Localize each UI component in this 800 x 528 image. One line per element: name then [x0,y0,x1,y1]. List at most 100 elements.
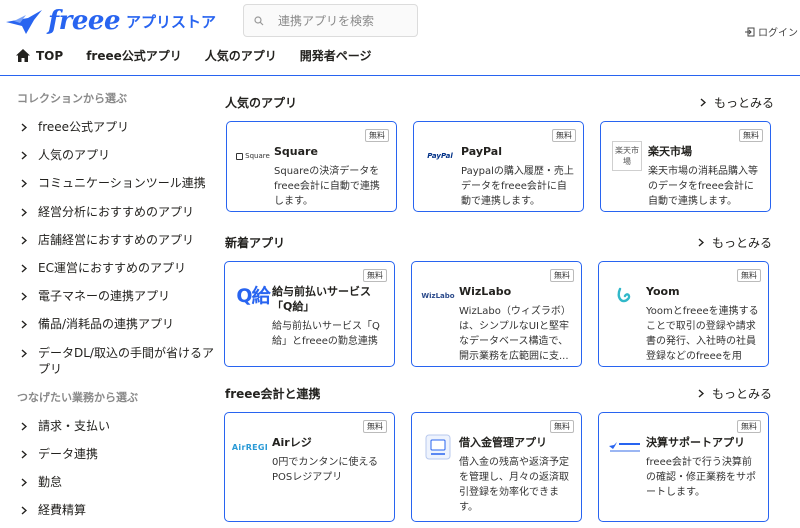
chevron-right-icon [698,238,704,247]
app-card-description: Squareの決済データをfreee会計に自動で連携します。 [274,166,380,207]
app-card-description: Paypalの購入履歴・売上データをfreee会計に自動で連携します。 [461,166,574,207]
app-card-description: WizLabo（ウィズラボ）は、シンプルなUIと堅牢なデータベース構造で、開示業… [459,306,571,362]
section-title-popular: 人気のアプリ [225,96,298,110]
app-card-title: 借入金管理アプリ [459,436,547,449]
free-badge: 無料 [550,420,574,433]
sidebar: コレクションから選ぶ freee公式アプリ 人気のアプリ コミュニケーションツー… [0,85,220,524]
chevron-right-icon [21,320,27,329]
more-link-new[interactable]: もっとみる [698,234,772,251]
logo-text: WizLabo [421,292,455,300]
free-badge: 無料 [739,129,763,142]
rakuten-logo: 楽天市場 [609,138,645,174]
app-card-description: 0円でカンタンに使えるPOSレジアプリ [272,457,379,483]
sidebar-item-popular-apps[interactable]: 人気のアプリ [0,141,220,169]
free-badge: 無料 [365,129,389,142]
sidebar-heading-collections: コレクションから選ぶ [17,92,127,105]
nav-popular-apps[interactable]: 人気のアプリ [205,47,277,64]
logo-text: 楽天市場 [612,141,642,171]
more-link-label: もっとみる [712,387,773,401]
logo-text: Q給 [236,284,270,307]
app-card-title: Square [274,145,318,158]
nav-top[interactable]: TOP [16,49,63,63]
free-badge: 無料 [363,269,387,282]
sidebar-item-data-linkage[interactable]: データ連携 [0,440,220,468]
search-box[interactable] [243,4,418,37]
sidebar-item-expenses[interactable]: 経費精算 [0,496,220,524]
logo-text: PayPal [427,152,453,160]
sidebar-item-official-apps[interactable]: freee公式アプリ [0,113,220,141]
search-icon [254,15,264,25]
q-kyu-logo: Q給 [233,276,273,312]
app-card-q-kyu[interactable]: 無料 Q給 給与前払いサービス「Q給」 給与前払いサービス「Q給」とfreeeの… [224,261,395,367]
sidebar-item-e-money[interactable]: 電子マネーの連携アプリ [0,282,220,310]
freee-logo[interactable]: freee アプリストア [4,4,216,38]
app-card-description: Yoomとfreeeを連携することで取引の登録や請求書の発行、入社時の社員登録な… [646,306,759,362]
nav-developer-page[interactable]: 開発者ページ [300,47,372,64]
app-card-rakuten[interactable]: 無料 楽天市場 楽天市場 楽天市場の消耗品購入等のデータをfreee会計に自動で… [600,121,771,212]
chevron-right-icon [21,421,27,431]
app-card-wizlabo[interactable]: 無料 WizLabo WizLabo WizLabo（ウィズラボ）は、シンプルな… [411,261,582,367]
sidebar-item-label: 経費精算 [38,503,87,518]
app-card-paypal[interactable]: 無料 PayPal PayPal Paypalの購入履歴・売上データをfreee… [413,121,584,212]
sidebar-item-supplies[interactable]: 備品/消耗品の連携アプリ [0,310,220,338]
section-title-new: 新着アプリ [225,236,286,250]
sidebar-item-business-analysis[interactable]: 経営分析におすすめのアプリ [0,198,220,226]
more-link-accounting[interactable]: もっとみる [698,385,772,402]
app-card-description: freee会計で行う決算前の確認・修正業務をサポートします。 [646,457,756,498]
app-card-title: 決算サポートアプリ [646,436,745,449]
site-header: freee アプリストア ログイン TOP freee公式アプリ 人気のアプリ [0,0,800,76]
home-icon [16,49,30,62]
chevron-right-icon [21,348,27,358]
login-link[interactable]: ログイン [745,24,798,39]
nav-developer-page-label: 開発者ページ [299,49,372,63]
sidebar-item-store-management[interactable]: 店舗経営におすすめのアプリ [0,226,220,254]
more-link-label: もっとみる [712,236,773,250]
free-badge: 無料 [737,269,761,282]
app-card-description: 借入金の残高や返済予定を管理し、月々の返済取引登録を効率化できます。 [459,457,569,513]
sidebar-item-billing[interactable]: 請求・支払い [0,412,220,440]
sidebar-item-label: freee公式アプリ [38,120,130,135]
app-card-title: 給与前払いサービス「Q給」 [272,285,371,313]
nav-official-apps[interactable]: freee公式アプリ [86,47,182,64]
sidebar-item-ec-operation[interactable]: EC運営におすすめのアプリ [0,254,220,282]
sidebar-item-label: 備品/消耗品の連携アプリ [38,317,175,332]
chevron-right-icon [21,506,27,515]
chevron-right-icon [21,292,27,301]
chevron-right-icon [21,151,27,160]
chevron-right-icon [21,123,27,132]
section-title-accounting: freee会計と連携 [225,387,321,401]
sidebar-item-attendance[interactable]: 勤怠 [0,468,220,496]
app-card-title: PayPal [461,145,502,158]
nav-official-apps-label: freee公式アプリ [86,49,182,63]
app-card-description: 楽天市場の消耗品購入等のデータをfreee会計に自動で連携します。 [648,166,758,207]
more-link-label: もっとみる [714,96,775,110]
sidebar-item-data-download[interactable]: データDL/取込の手間が省けるアプリ [0,339,215,383]
login-label: ログイン [758,28,798,39]
sidebar-item-label: 人気のアプリ [38,148,111,163]
free-badge: 無料 [552,129,576,142]
app-card-square[interactable]: 無料 Square Square Squareの決済データをfreee会計に自動… [226,121,397,212]
app-card-title: Yoom [646,285,680,298]
sidebar-item-label: コミュニケーションツール連携 [38,176,206,191]
app-card-airregi[interactable]: 無料 AirREGI Airレジ 0円でカンタンに使えるPOSレジアプリ [224,412,395,522]
app-card-description: 給与前払いサービス「Q給」とfreeeの勤怠連携 [272,321,380,347]
chevron-right-icon [21,208,27,217]
logo-text: AirREGI [231,442,269,452]
login-icon [745,27,755,36]
sidebar-heading-tasks: つなげたい業務から選ぶ [17,390,138,404]
airregi-logo: AirREGI [230,429,270,465]
chevron-right-icon [21,478,27,487]
sidebar-item-communication-tools[interactable]: コミュニケーションツール連携 [0,169,220,197]
app-card-title: WizLabo [459,285,512,298]
chevron-right-icon [700,98,706,107]
more-link-popular[interactable]: もっとみる [700,94,774,111]
app-card-loan-management[interactable]: 無料 借入金管理アプリ 借入金の残高や返済予定を管理し、月々の返済取引登録を効率… [411,412,582,522]
search-input[interactable] [278,13,408,28]
sidebar-item-label: 電子マネーの連携アプリ [38,289,171,304]
app-card-yoom[interactable]: 無料 Yoom Yoomとfreeeを連携することで取引の登録や請求書の発行、入… [598,261,769,367]
chevron-right-icon [21,264,27,273]
sidebar-item-label: 勤怠 [38,474,63,489]
nav-top-label: TOP [36,48,64,63]
app-card-kessan-support[interactable]: 無料 決算サポートアプリ freee会計で行う決算前の確認・修正業務をサポートし… [598,412,769,522]
logo-wordmark: freee [48,6,121,36]
